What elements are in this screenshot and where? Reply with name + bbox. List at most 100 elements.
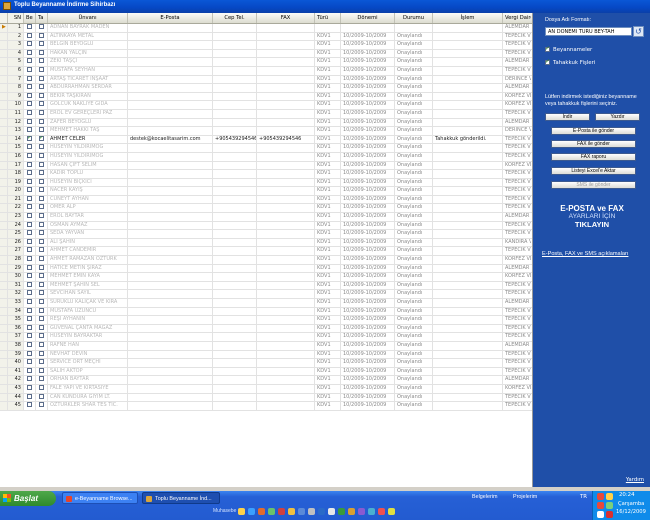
cell-be-checkbox[interactable] (24, 350, 36, 359)
checkbox-checked-icon[interactable] (27, 135, 32, 141)
checkbox-icon[interactable] (27, 204, 32, 210)
excel-aktar-button[interactable]: Listeyi Excel'e Aktar (551, 167, 636, 175)
cell-ta-checkbox[interactable] (36, 152, 48, 161)
cell-ta-checkbox[interactable] (36, 402, 48, 410)
cell-ta-checkbox[interactable] (36, 178, 48, 187)
cell-ta-checkbox[interactable] (36, 273, 48, 281)
checkbox-icon[interactable] (27, 247, 32, 253)
quicklaunch-icon-6[interactable] (288, 508, 295, 515)
tray-icon-1[interactable] (597, 493, 604, 500)
cell-be-checkbox[interactable] (24, 170, 36, 178)
quicklaunch-icon-4[interactable] (268, 508, 275, 515)
quicklaunch-icon-11[interactable] (338, 508, 345, 515)
table-row[interactable]: ▶1 ADNAN BAYRAK MADEN ALEMDAR V (0, 24, 532, 33)
header-islem[interactable]: İşlem (433, 13, 503, 23)
cell-be-checkbox[interactable] (24, 161, 36, 170)
cell-be-checkbox[interactable] (24, 109, 36, 118)
table-row[interactable]: 36 GÜVENAL ÇANTA MAĞAZ KDV1 10/2009-10/2009… (0, 324, 532, 334)
checkbox-icon[interactable] (39, 264, 44, 270)
table-row[interactable]: 44 CAN KUNDURA GİYİM LT. KDV1 10/2009-10/20… (0, 393, 532, 403)
cell-be-checkbox[interactable] (24, 333, 36, 341)
quicklaunch-icon-12[interactable] (348, 508, 355, 515)
cell-ta-checkbox[interactable] (36, 307, 48, 316)
quicklaunch-icon-8[interactable] (308, 508, 315, 515)
cell-ta-checkbox[interactable] (36, 66, 48, 75)
table-row[interactable]: 38 RAFNE HAN KDV1 10/2009-10/2009 Onaylandı A… (0, 341, 532, 351)
cell-be-checkbox[interactable] (24, 281, 36, 290)
checkbox-icon[interactable] (39, 359, 44, 365)
quicklaunch-icon-15[interactable] (378, 508, 385, 515)
checkbox-icon[interactable] (27, 273, 32, 279)
cell-be-checkbox[interactable] (24, 101, 36, 109)
table-row[interactable]: 34 MUSTAFA UZUNCU KDV1 10/2009-10/2009 Onayl… (0, 307, 532, 317)
checkbox-icon[interactable] (27, 24, 32, 29)
checkbox-icon[interactable] (27, 49, 32, 55)
cell-ta-checkbox[interactable] (36, 221, 48, 230)
checkbox-icon[interactable] (39, 341, 44, 347)
yazdir-button[interactable]: Yazdır (595, 113, 640, 121)
header-be[interactable]: Be (24, 13, 36, 23)
checkbox-icon[interactable] (39, 58, 44, 64)
checkbox-icon[interactable] (27, 92, 32, 98)
quicklaunch-icon-14[interactable] (368, 508, 375, 515)
cell-be-checkbox[interactable] (24, 230, 36, 238)
table-row[interactable]: 14AHMET CELERdestek@kocaelitasarim.com+9… (0, 135, 532, 145)
sms-gonder-button[interactable]: SMS ile gönder (551, 181, 636, 189)
checkbox-icon[interactable] (27, 144, 32, 150)
checkbox-icon[interactable] (39, 178, 44, 184)
cell-be-checkbox[interactable] (24, 118, 36, 127)
cell-ta-checkbox[interactable] (36, 109, 48, 118)
cell-be-checkbox[interactable] (24, 127, 36, 135)
quicklaunch-icon-16[interactable] (388, 508, 395, 515)
checkbox-icon[interactable] (27, 178, 32, 184)
checkbox-icon[interactable] (39, 238, 44, 244)
table-row[interactable]: 33 SÜRÜKLÜ KALIÇAK VE KİRA KDV1 10/2009-10/… (0, 299, 532, 308)
checkbox-icon[interactable] (39, 393, 44, 399)
cell-ta-checkbox[interactable] (36, 84, 48, 92)
language-indicator[interactable]: TR (580, 494, 587, 500)
checkbox-icon[interactable] (39, 384, 44, 390)
checkbox-icon[interactable] (39, 213, 44, 219)
checkbox-icon[interactable] (39, 161, 44, 167)
checkbox-icon[interactable] (27, 66, 32, 72)
checkbox-icon[interactable] (39, 118, 44, 124)
cell-be-checkbox[interactable] (24, 367, 36, 376)
eposta-fax-settings-link[interactable]: E-POSTA ve FAX AYARLARI İÇİN TIKLAYIN (551, 204, 633, 229)
checkbox-icon[interactable] (39, 195, 44, 201)
checkbox-icon[interactable] (27, 256, 32, 262)
table-row[interactable]: 42 ORHAN BAYTAR KDV1 10/2009-10/2009 Onaylan… (0, 376, 532, 385)
table-row[interactable]: 16 HÜSEYİN YILDIRIMOĞ KDV1 10/2009-10/2009 O… (0, 152, 532, 162)
quicklaunch-icon-3[interactable] (258, 508, 265, 515)
start-button[interactable]: Başlat (0, 491, 56, 506)
quicklaunch-icon-2[interactable] (248, 508, 255, 515)
checkbox-icon[interactable] (27, 350, 32, 356)
table-row[interactable]: 45 ÖZTÜRKLER SHAR TES TİC. KDV1 10/2009-10/… (0, 402, 532, 411)
fax-gonder-button[interactable]: FAX ile gönder (551, 140, 636, 148)
checkbox-icon[interactable] (39, 299, 44, 304)
cell-be-checkbox[interactable] (24, 187, 36, 195)
cell-ta-checkbox[interactable] (36, 41, 48, 49)
table-row[interactable]: 37 HÜSEYİN BAYRAKTAR KDV1 10/2009-10/2009 On… (0, 333, 532, 342)
table-row[interactable]: 39 NEVHAT DEVİN KDV1 10/2009-10/2009 Onaylan… (0, 350, 532, 360)
cell-ta-checkbox[interactable] (36, 341, 48, 350)
cell-ta-checkbox[interactable] (36, 247, 48, 256)
checkbox-icon[interactable] (39, 24, 44, 29)
checkbox-icon[interactable] (39, 256, 44, 262)
belgelerim-link[interactable]: Belgelerim (472, 494, 497, 500)
cell-be-checkbox[interactable] (24, 384, 36, 393)
cell-be-checkbox[interactable] (24, 307, 36, 316)
checkbox-icon[interactable] (27, 359, 32, 365)
table-row[interactable]: 15 HÜSEYİN YILDIRIMOĞ KDV1 10/2009-10/2009 O… (0, 144, 532, 153)
cell-ta-checkbox[interactable] (36, 264, 48, 273)
quicklaunch-icon-1[interactable] (238, 508, 245, 515)
table-row[interactable]: 22 ÖMER ALP KDV1 10/2009-10/2009 Onaylandı TE… (0, 204, 532, 214)
cell-be-checkbox[interactable] (24, 299, 36, 307)
cell-ta-checkbox[interactable] (36, 135, 48, 144)
table-row[interactable]: 24 OSMAN AYMAZ KDV1 10/2009-10/2009 Onayland… (0, 221, 532, 231)
taskbar-item-browser[interactable]: e-Beyanname Browse... (62, 492, 138, 504)
table-row[interactable]: 21 CÜNEYT AYHAN KDV1 10/2009-10/2009 Onaylan… (0, 195, 532, 205)
cell-ta-checkbox[interactable] (36, 118, 48, 127)
quicklaunch-icon-13[interactable] (358, 508, 365, 515)
cell-be-checkbox[interactable] (24, 247, 36, 256)
cell-be-checkbox[interactable] (24, 75, 36, 84)
